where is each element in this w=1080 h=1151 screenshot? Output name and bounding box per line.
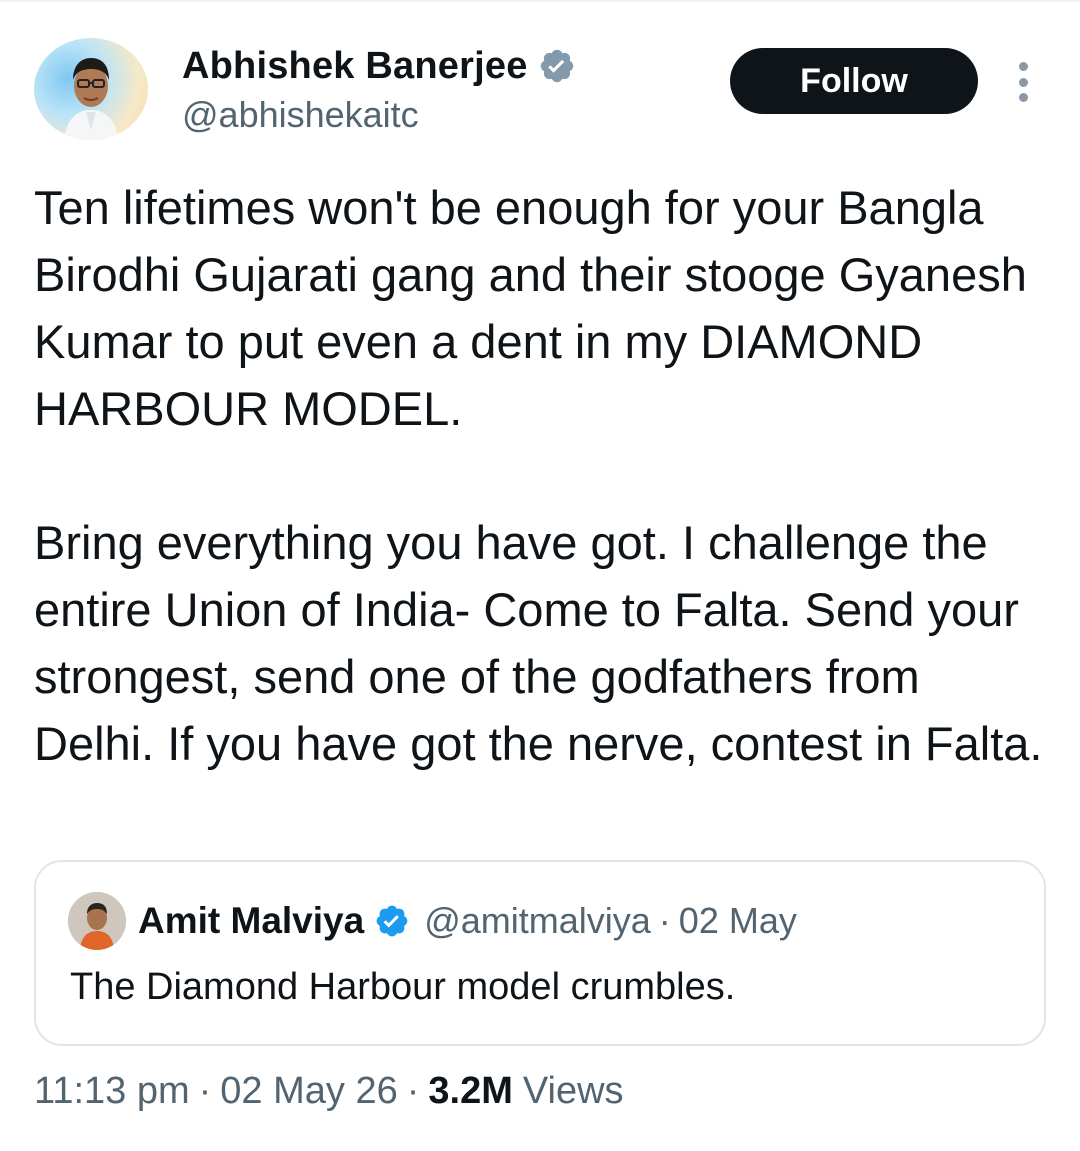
author-name-row: Abhishek Banerjee (182, 44, 576, 88)
more-vertical-icon[interactable] (1010, 62, 1036, 102)
verified-badge-icon[interactable] (538, 47, 576, 85)
views-label: Views (522, 1070, 624, 1112)
quote-avatar-image (68, 892, 126, 950)
quote-text: The Diamond Harbour model crumbles. (70, 966, 736, 1008)
meta-separator: · (198, 1070, 212, 1112)
more-dot (1018, 62, 1028, 71)
tweet-meta: 11:13 pm · 02 May 26 · 3.2M Views (34, 1070, 624, 1113)
follow-button[interactable]: Follow (730, 48, 978, 114)
quote-verified-badge-icon (376, 905, 408, 937)
tweet-time[interactable]: 11:13 pm (34, 1070, 190, 1113)
views-count[interactable]: 3.2M (428, 1070, 512, 1113)
quote-date[interactable]: 02 May (679, 900, 797, 942)
meta-separator: · (406, 1070, 420, 1112)
top-divider (0, 0, 1080, 2)
author-avatar[interactable] (34, 38, 148, 140)
author-handle[interactable]: @abhishekaitc (182, 94, 576, 136)
author-display-name[interactable]: Abhishek Banerjee (182, 45, 528, 88)
quote-author-handle[interactable]: @amitmalviya (424, 900, 651, 942)
tweet-text: Ten lifetimes won't be enough for your B… (34, 174, 1044, 777)
author-names: Abhishek Banerjee @abhishekaitc (182, 44, 576, 136)
tweet-paragraph-2: Bring everything you have got. I challen… (34, 516, 1043, 770)
quoted-tweet-card[interactable]: Amit Malviya @amitmalviya · 02 May The D… (34, 860, 1046, 1046)
tweet-date[interactable]: 02 May 26 (220, 1070, 397, 1113)
quote-author-name[interactable]: Amit Malviya (138, 900, 364, 942)
tweet-header: Abhishek Banerjee @abhishekaitc Follow (34, 36, 1054, 140)
more-dot (1018, 93, 1028, 102)
quote-separator: · (658, 900, 671, 941)
tweet-paragraph-1: Ten lifetimes won't be enough for your B… (34, 181, 1027, 435)
more-dot (1018, 77, 1028, 87)
quote-author-avatar[interactable] (68, 892, 126, 950)
author-avatar-image (64, 58, 118, 140)
quote-header: Amit Malviya @amitmalviya · 02 May (138, 896, 797, 946)
